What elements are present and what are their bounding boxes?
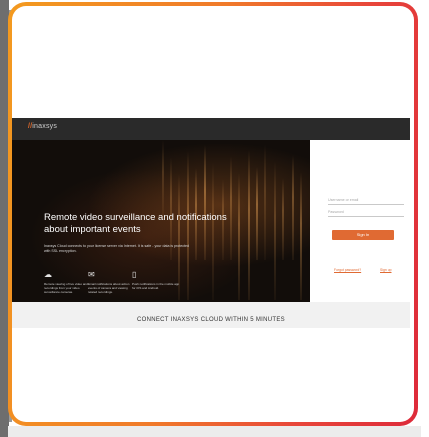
rain-streak — [256, 167, 258, 260]
feature-text: Email notifications about action events … — [88, 282, 130, 294]
login-panel: Sign In Forgot password? Sign up — [310, 140, 410, 302]
hero-banner: Remote video surveillance and notificati… — [12, 140, 310, 302]
hero-description: Inaxsys Cloud connects to your license s… — [44, 244, 190, 253]
browser-viewport: //inaxsys Remote video surveillance and … — [12, 6, 414, 422]
cloud-icon: ☁ — [44, 270, 52, 279]
feature-remote-viewing: ☁ Remote viewing of live video and recor… — [44, 270, 92, 294]
feature-email-notifications: ✉ Email notifications about action event… — [88, 270, 136, 294]
connect-heading: CONNECT INAXSYS CLOUD WITHIN 5 MINUTES — [137, 317, 285, 322]
gradient-frame: //inaxsys Remote video surveillance and … — [8, 2, 418, 426]
rain-streak — [292, 155, 294, 260]
forgot-password-link[interactable]: Forgot password? — [334, 268, 361, 272]
envelope-icon: ✉ — [88, 270, 95, 279]
rain-streak — [204, 145, 206, 260]
feature-push-notifications: ▯ Push notifications in the mobile app f… — [132, 270, 180, 290]
top-navbar: //inaxsys — [12, 118, 410, 140]
feature-text: Remote viewing of live video and recordi… — [44, 282, 88, 294]
logo-text: inaxsys — [32, 123, 58, 130]
rain-streak — [162, 140, 164, 220]
rain-streak — [230, 156, 232, 260]
bottom-edge-bar — [8, 426, 421, 437]
sign-up-link[interactable]: Sign up — [380, 268, 392, 272]
hero-title: Remote video surveillance and notificati… — [44, 212, 227, 235]
rain-streak — [282, 178, 284, 260]
phone-icon: ▯ — [132, 270, 137, 279]
username-input[interactable] — [328, 196, 404, 205]
rain-streak — [238, 173, 240, 300]
rain-streak — [300, 172, 302, 300]
feature-text: Push notifications in the mobile app for… — [132, 282, 180, 290]
inaxsys-logo[interactable]: //inaxsys — [28, 123, 57, 130]
password-input[interactable] — [328, 208, 404, 217]
rain-streak — [248, 150, 250, 300]
sign-in-button[interactable]: Sign In — [332, 230, 394, 240]
rain-streak — [274, 161, 276, 300]
connect-section: CONNECT INAXSYS CLOUD WITHIN 5 MINUTES — [12, 302, 410, 328]
rain-streak — [264, 144, 266, 260]
